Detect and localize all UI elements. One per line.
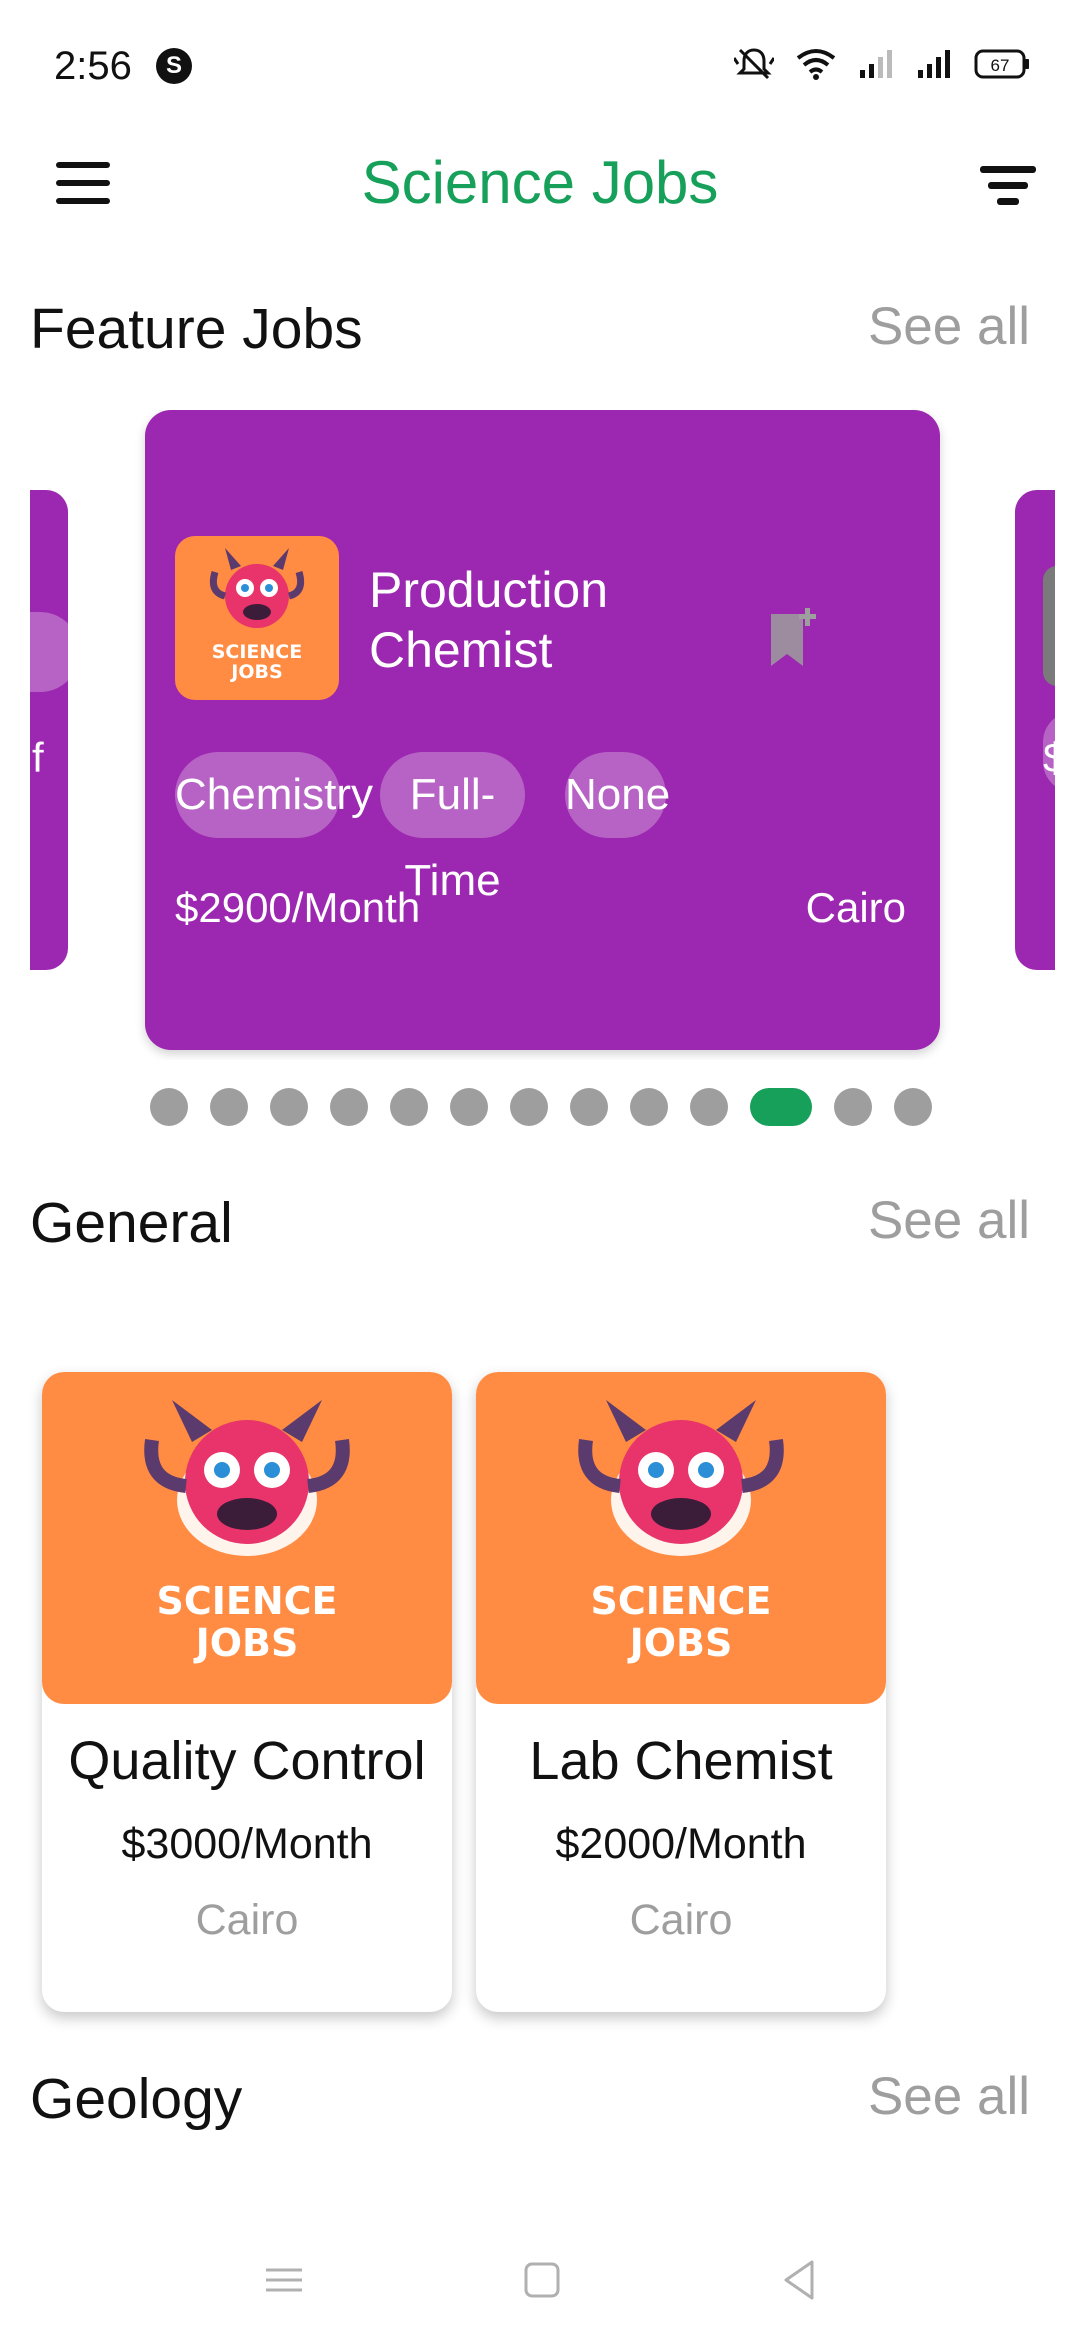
logo-text-line1: SCIENCE — [212, 641, 303, 663]
job-location: Cairo — [629, 1896, 733, 1944]
job-title: Production Chemist — [369, 562, 609, 678]
peek-text: $ — [1043, 734, 1055, 781]
section-title: Geology — [30, 2067, 243, 2131]
status-time: 2:56 — [54, 44, 132, 88]
job-title: Lab Chemist — [529, 1731, 833, 1791]
general-section-header: General See all — [30, 1190, 1030, 1270]
company-logo: SCIENCE JOBS — [42, 1372, 452, 1704]
battery-level: 67 — [991, 56, 1010, 75]
carousel-dot[interactable] — [390, 1088, 428, 1126]
status-icons: 67 — [734, 46, 1030, 82]
see-all-link[interactable]: See all — [868, 1190, 1030, 1251]
carousel-dot[interactable] — [690, 1088, 728, 1126]
carousel-dot[interactable] — [570, 1088, 608, 1126]
section-title: General — [30, 1191, 233, 1255]
job-location: Cairo — [195, 1896, 299, 1944]
carousel-dot[interactable] — [510, 1088, 548, 1126]
carousel-dot[interactable] — [150, 1088, 188, 1126]
job-location: Cairo — [805, 884, 906, 931]
job-title: Quality Control — [68, 1731, 426, 1791]
carousel-dot[interactable] — [450, 1088, 488, 1126]
tag-chip: None — [565, 752, 670, 838]
logo-text-line1: SCIENCE — [156, 1579, 337, 1623]
carousel-dot-active[interactable] — [750, 1088, 812, 1126]
mute-icon — [734, 48, 774, 80]
carousel-dot[interactable] — [894, 1088, 932, 1126]
tag-chip: Full-Time — [380, 752, 525, 905]
app-notification-icon: S — [156, 48, 192, 84]
featured-section-header: Feature Jobs See all — [30, 296, 1030, 376]
job-salary: $2000/Month — [555, 1820, 807, 1868]
bookmark-add-icon[interactable] — [765, 606, 825, 672]
nav-back-icon[interactable] — [770, 2250, 830, 2310]
carousel-dot[interactable] — [630, 1088, 668, 1126]
logo-text-line2: JOBS — [627, 1621, 733, 1665]
job-salary: $2900/Month — [175, 884, 421, 931]
job-card[interactable]: SCIENCE JOBS Quality Control $3000/Month… — [42, 1372, 452, 2012]
job-tags: Chemistry Full-Time None — [175, 752, 915, 905]
tag-chip: Chemistry — [175, 752, 373, 838]
carousel-dot[interactable] — [330, 1088, 368, 1126]
company-logo: SCIENCE JOBS — [175, 536, 339, 700]
battery-icon: 67 — [974, 49, 1029, 79]
featured-carousel[interactable]: f SCIENCE JOBS Production Chemist Chemis… — [30, 410, 1055, 1060]
geology-section-header: Geology See all — [30, 2066, 1030, 2146]
previous-job-card[interactable]: f — [30, 490, 80, 970]
app-title: Science Jobs — [361, 149, 719, 216]
carousel-dot[interactable] — [270, 1088, 308, 1126]
next-job-card[interactable]: $ — [1015, 490, 1055, 970]
logo-text-line2: JOBS — [193, 1621, 299, 1665]
nav-home-icon[interactable] — [512, 2250, 572, 2310]
see-all-link[interactable]: See all — [868, 296, 1030, 357]
carousel-dot[interactable] — [834, 1088, 872, 1126]
system-nav-bar — [0, 2230, 1080, 2340]
app-bar: Science Jobs — [0, 130, 1080, 240]
logo-text-line2: JOBS — [229, 661, 282, 683]
company-logo: SCIENCE JOBS — [476, 1372, 886, 1704]
wifi-icon — [796, 49, 836, 80]
logo-text-line1: SCIENCE — [590, 1579, 771, 1623]
signal-icon-2 — [918, 50, 950, 78]
see-all-link[interactable]: See all — [868, 2066, 1030, 2127]
job-salary: $3000/Month — [121, 1820, 373, 1868]
filter-icon[interactable] — [978, 160, 1040, 210]
carousel-dot[interactable] — [210, 1088, 248, 1126]
nav-menu-icon[interactable] — [254, 2250, 314, 2310]
status-bar: 2:56 S 67 — [0, 0, 1080, 130]
job-card[interactable]: SCIENCE JOBS Lab Chemist $2000/Month Cai… — [476, 1372, 886, 2012]
signal-icon — [860, 50, 892, 78]
featured-job-card[interactable]: SCIENCE JOBS Production Chemist Chemistr… — [145, 410, 940, 1050]
peek-text: f — [32, 734, 44, 781]
section-title: Feature Jobs — [30, 297, 363, 361]
